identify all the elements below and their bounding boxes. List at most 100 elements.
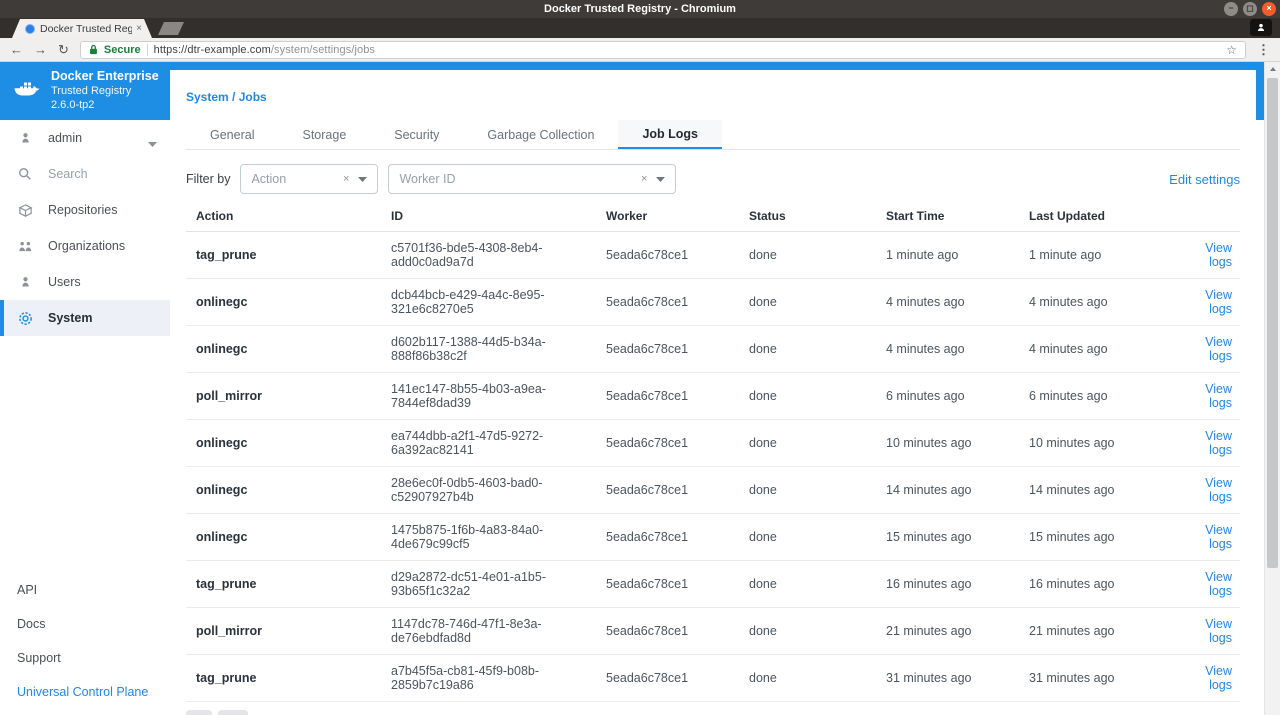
job-logs-cell: View logs	[1181, 476, 1240, 504]
tab-garbage-collection[interactable]: Garbage Collection	[463, 120, 618, 149]
sidebar-item-users[interactable]: Users	[0, 264, 170, 300]
action-filter-select[interactable]: Action ×	[240, 164, 379, 194]
sidebar-item-support[interactable]: Support	[0, 641, 170, 675]
job-worker: 5eada6c78ce1	[606, 342, 689, 356]
profile-button[interactable]	[1250, 19, 1272, 36]
pagination-prev-button[interactable]	[186, 710, 212, 715]
job-start-time: 16 minutes ago	[886, 577, 972, 591]
sidebar-item-admin[interactable]: admin	[0, 120, 170, 156]
table-row: tag_prune c5701f36-bde5-4308-8eb4-add0c0…	[186, 232, 1240, 279]
sidebar-item-label: admin	[48, 131, 83, 145]
job-action: onlinegc	[196, 530, 248, 544]
job-table-body: tag_prune c5701f36-bde5-4308-8eb4-add0c0…	[186, 232, 1240, 702]
clear-icon[interactable]: ×	[641, 173, 647, 185]
brand-version: 2.6.0-tp2	[51, 98, 95, 111]
job-id: 1147dc78-746d-47f1-8e3a-de76ebdfad8d	[391, 617, 542, 645]
view-logs-link[interactable]: View logs	[1205, 570, 1232, 598]
job-logs-cell: View logs	[1181, 241, 1240, 269]
job-action: poll_mirror	[196, 624, 262, 638]
job-logs-cell: View logs	[1181, 335, 1240, 363]
table-row: tag_prune d29a2872-dc51-4e01-a1b5-93b65f…	[186, 561, 1240, 608]
view-logs-link[interactable]: View logs	[1205, 382, 1232, 410]
table-row: onlinegc 28e6ec0f-0db5-4603-bad0-c529079…	[186, 467, 1240, 514]
profile-icon	[1257, 23, 1265, 31]
scrollbar-thumb[interactable]	[1267, 78, 1278, 568]
job-start-time: 10 minutes ago	[886, 436, 972, 450]
tab-job-logs[interactable]: Job Logs	[618, 120, 722, 149]
tab-close-icon[interactable]: ×	[136, 23, 142, 34]
sidebar-item-label: Universal Control Plane	[17, 685, 149, 699]
job-status: done	[749, 483, 777, 497]
maximize-button[interactable]: ◻	[1243, 2, 1257, 16]
view-logs-link[interactable]: View logs	[1205, 617, 1232, 645]
minimize-button[interactable]: −	[1224, 2, 1238, 16]
sidebar-item-organizations[interactable]: Organizations	[0, 228, 170, 264]
pagination-next-button[interactable]	[218, 710, 248, 715]
back-button[interactable]: ←	[10, 43, 23, 56]
breadcrumb[interactable]: System / Jobs	[186, 70, 1240, 104]
organization-icon	[17, 240, 33, 253]
job-worker: 5eada6c78ce1	[606, 530, 689, 544]
reload-button[interactable]: ↻	[58, 43, 69, 56]
view-logs-link[interactable]: View logs	[1205, 288, 1232, 316]
url-path: /system/settings/jobs	[270, 43, 376, 56]
view-logs-link[interactable]: View logs	[1205, 335, 1232, 363]
settings-tabs: General Storage Security Garbage Collect…	[186, 120, 1240, 150]
browser-menu-icon[interactable]: ⋮	[1257, 42, 1270, 58]
brand-block: Docker Enterprise Trusted Registry 2.6.0…	[0, 62, 170, 120]
job-start-time: 21 minutes ago	[886, 624, 972, 638]
job-logs-cell: View logs	[1181, 617, 1240, 645]
view-logs-link[interactable]: View logs	[1205, 664, 1232, 692]
job-action: poll_mirror	[196, 389, 262, 403]
scrollbar-up-icon[interactable]	[1265, 62, 1280, 76]
job-last-updated: 6 minutes ago	[1029, 389, 1108, 403]
view-logs-link[interactable]: View logs	[1205, 476, 1232, 504]
job-start-time: 15 minutes ago	[886, 530, 972, 544]
browser-tab[interactable]: Docker Trusted Reg ×	[12, 19, 152, 38]
job-last-updated: 16 minutes ago	[1029, 577, 1115, 591]
tab-storage[interactable]: Storage	[278, 120, 370, 149]
bookmark-star-icon[interactable]: ☆	[1226, 43, 1237, 57]
job-worker: 5eada6c78ce1	[606, 577, 689, 591]
tab-general[interactable]: General	[186, 120, 278, 149]
forward-button[interactable]: →	[34, 43, 47, 56]
sidebar-item-universal-control-plane[interactable]: Universal Control Plane	[0, 675, 170, 709]
chevron-down-icon	[656, 176, 666, 182]
sidebar-item-label: Users	[48, 275, 81, 289]
job-last-updated: 4 minutes ago	[1029, 342, 1108, 356]
close-button[interactable]: ×	[1262, 2, 1276, 16]
search-icon	[17, 167, 33, 181]
sidebar-item-docs[interactable]: Docs	[0, 607, 170, 641]
page-scrollbar[interactable]	[1264, 62, 1280, 715]
view-logs-link[interactable]: View logs	[1205, 429, 1232, 457]
screen: Docker Trusted Registry - Chromium − ◻ ×…	[0, 0, 1280, 715]
job-worker: 5eada6c78ce1	[606, 248, 689, 262]
sidebar-item-api[interactable]: API	[0, 573, 170, 607]
table-row: tag_prune a7b45f5a-cb81-45f9-b08b-2859b7…	[186, 655, 1240, 702]
job-status: done	[749, 671, 777, 685]
job-start-time: 1 minute ago	[886, 248, 959, 262]
edit-settings-link[interactable]: Edit settings	[1169, 172, 1240, 187]
clear-icon[interactable]: ×	[343, 173, 349, 185]
content-card: System / Jobs General Storage Security G…	[170, 70, 1256, 715]
tab-security[interactable]: Security	[370, 120, 463, 149]
url-bar[interactable]: Secure https://dtr-example.com/system/se…	[79, 40, 1246, 59]
job-status: done	[749, 295, 777, 309]
sidebar-item-label: Search	[48, 167, 88, 181]
job-id: 1475b875-1f6b-4a83-84a0-4de679c99cf5	[391, 523, 544, 551]
sidebar-item-repositories[interactable]: Repositories	[0, 192, 170, 228]
table-header: Action ID Worker Status Start Time Last …	[186, 200, 1240, 232]
filter-bar: Filter by Action × Worker ID × Edit sett…	[186, 164, 1240, 194]
sidebar-item-system[interactable]: System	[0, 300, 170, 336]
sidebar-item-search[interactable]: Search	[0, 156, 170, 192]
brand-name: Docker Enterprise	[51, 69, 159, 84]
job-action: onlinegc	[196, 436, 248, 450]
view-logs-link[interactable]: View logs	[1205, 241, 1232, 269]
worker-filter-select[interactable]: Worker ID ×	[388, 164, 677, 194]
table-row: poll_mirror 141ec147-8b55-4b03-a9ea-7844…	[186, 373, 1240, 420]
brand-product: Trusted Registry	[51, 85, 132, 98]
job-id: ea744dbb-a2f1-47d5-9272-6a392ac82141	[391, 429, 544, 457]
view-logs-link[interactable]: View logs	[1205, 523, 1232, 551]
column-last-updated: Last Updated	[1029, 208, 1106, 223]
new-tab-button[interactable]	[158, 22, 184, 35]
